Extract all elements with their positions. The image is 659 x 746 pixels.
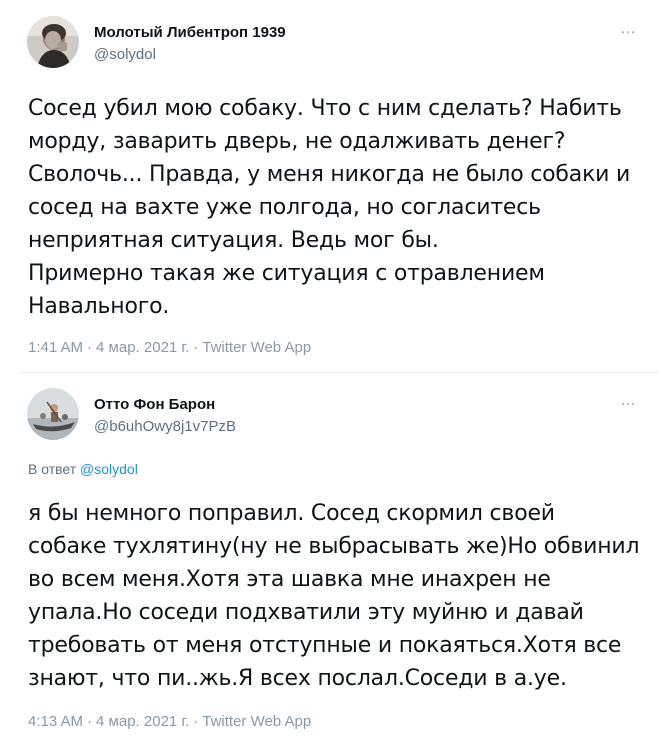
tweet-date[interactable]: 4 мар. 2021 г.	[96, 339, 189, 356]
tweet-meta: 4:13 AM · 4 мар. 2021 г. · Twitter Web App	[28, 713, 311, 730]
avatar[interactable]	[27, 16, 79, 68]
more-options-icon[interactable]: …	[620, 392, 637, 410]
avatar-photo-icon	[27, 388, 79, 440]
tweet-meta: 1:41 AM · 4 мар. 2021 г. · Twitter Web App	[28, 339, 311, 356]
tweet-text: я бы немного поправил. Сосед скормил сво…	[28, 501, 640, 691]
reply-to-line: В ответ @solydol	[28, 461, 138, 477]
meta-separator: ·	[193, 713, 199, 730]
author-name[interactable]: Отто Фон Барон	[94, 396, 215, 413]
tweet-source[interactable]: Twitter Web App	[202, 713, 311, 730]
tweet-original[interactable]: Молотый Либентроп 1939 @solydol … Сосед …	[0, 0, 659, 372]
tweet-time[interactable]: 1:41 AM	[28, 339, 83, 356]
more-options-icon[interactable]: …	[620, 20, 637, 38]
author-handle[interactable]: @solydol	[94, 46, 156, 63]
meta-separator: ·	[87, 713, 93, 730]
tweet-source[interactable]: Twitter Web App	[202, 339, 311, 356]
reply-mention-link[interactable]: @solydol	[80, 461, 138, 477]
author-name[interactable]: Молотый Либентроп 1939	[94, 24, 286, 41]
reply-prefix: В ответ	[28, 461, 77, 477]
meta-separator: ·	[193, 339, 199, 356]
tweet-text: Сосед убил мою собаку. Что с ним сделать…	[28, 96, 631, 319]
tweet-date[interactable]: 4 мар. 2021 г.	[96, 713, 189, 730]
tweet-reply[interactable]: Отто Фон Барон @b6uhOwy8j1v7PzB … В отве…	[0, 372, 659, 746]
avatar-photo-icon	[27, 16, 79, 68]
avatar[interactable]	[27, 388, 79, 440]
meta-separator: ·	[87, 339, 93, 356]
tweet-time[interactable]: 4:13 AM	[28, 713, 83, 730]
author-handle[interactable]: @b6uhOwy8j1v7PzB	[94, 418, 236, 435]
